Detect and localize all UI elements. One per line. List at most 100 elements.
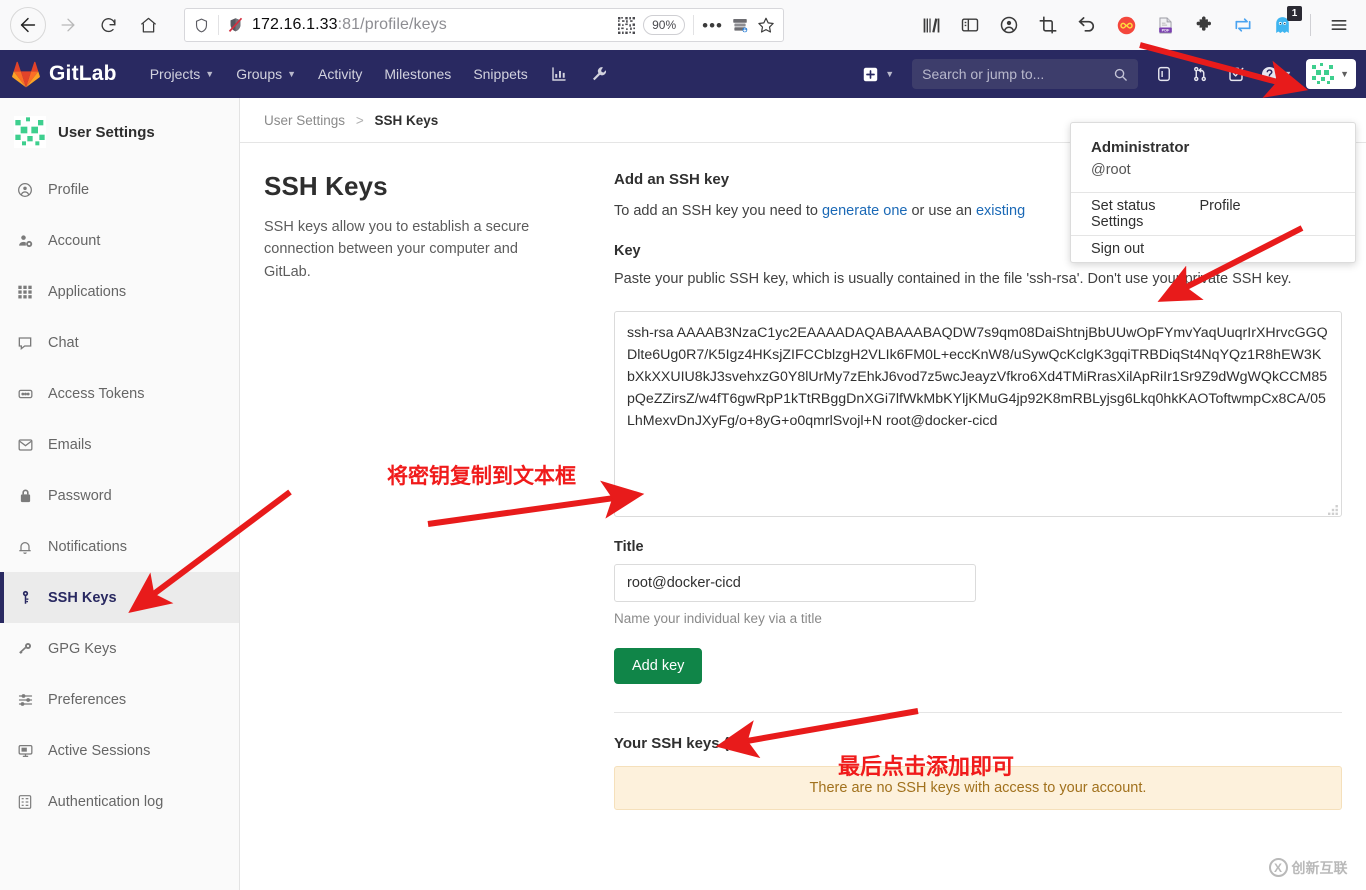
sidebar-item-label: Profile: [48, 181, 90, 198]
sidebar-item-notifications[interactable]: Notifications: [0, 521, 239, 572]
sidebar-item-active-sessions[interactable]: Active Sessions: [0, 725, 239, 776]
sidebar-item-label: Emails: [48, 436, 92, 453]
sidebar-item-account[interactable]: Account: [0, 215, 239, 266]
gitlab-brand-label: GitLab: [49, 62, 117, 85]
sidebar-context-header[interactable]: User Settings: [0, 106, 239, 164]
sidebar-item-label: Preferences: [48, 691, 127, 708]
sidebar-item-profile[interactable]: Profile: [0, 164, 239, 215]
zoom-level-indicator[interactable]: 90%: [643, 15, 686, 35]
chevron-down-icon: ▼: [885, 69, 895, 79]
sidebar-item-label: SSH Keys: [48, 589, 117, 606]
gitlab-navbar-right: ▼ Search or jump to... ▼ ▼: [854, 58, 1366, 90]
browser-toolbar-icons: PDF 1: [916, 6, 1356, 40]
puzzle-extension-icon[interactable]: [1189, 10, 1219, 40]
save-to-pocket-icon[interactable]: [731, 16, 749, 34]
infinity-icon[interactable]: [1111, 10, 1141, 40]
nav-projects[interactable]: Projects ▼: [139, 60, 226, 88]
title-field-label: Title: [614, 539, 644, 556]
title-help-text: Name your individual key via a title: [614, 611, 822, 627]
address-bar[interactable]: 172.16.1.33:81/profile/keys 90% •••: [184, 8, 784, 42]
key-icon: [16, 589, 34, 606]
pdf-icon[interactable]: PDF: [1150, 10, 1180, 40]
reload-button[interactable]: [90, 7, 126, 43]
breadcrumb-parent[interactable]: User Settings: [264, 113, 345, 128]
existing-key-link[interactable]: existing: [976, 203, 1025, 219]
ssh-key-title-input[interactable]: [614, 564, 976, 603]
ghostery-icon[interactable]: 1: [1267, 6, 1302, 40]
chat-bubble-icon: [16, 335, 34, 351]
user-avatar-identicon: [1311, 62, 1336, 86]
sidebar-icon[interactable]: [955, 10, 985, 40]
watermark: X 创新互联: [1250, 845, 1366, 890]
watermark-text: 创新互联: [1291, 859, 1348, 876]
add-key-desc-mid: or use an: [907, 203, 976, 219]
sidebar-item-chat[interactable]: Chat: [0, 317, 239, 368]
search-input[interactable]: Search or jump to...: [912, 59, 1139, 89]
forward-button[interactable]: [50, 7, 86, 43]
gitlab-nav-links: Projects ▼ Groups ▼ Activity Milestones …: [139, 59, 619, 89]
sidebar-item-label: Notifications: [48, 538, 127, 555]
sidebar-item-gpg-keys[interactable]: GPG Keys: [0, 623, 239, 674]
search-icon[interactable]: [1113, 67, 1128, 82]
gitlab-home-link[interactable]: GitLab: [12, 61, 117, 88]
user-menu-sign-out[interactable]: Sign out: [1071, 230, 1164, 268]
account-icon[interactable]: [994, 10, 1024, 40]
analytics-chart-icon[interactable]: [539, 59, 579, 89]
nav-groups[interactable]: Groups ▼: [225, 60, 307, 88]
new-item-dropdown[interactable]: ▼: [854, 60, 902, 89]
user-menu-dropdown: Administrator @root Set status Profile S…: [1070, 122, 1356, 263]
sidebar-item-label: Applications: [48, 283, 127, 300]
user-menu-name: Administrator: [1091, 139, 1190, 156]
tracking-protection-off-icon[interactable]: [227, 16, 244, 34]
key-textarea-wrapper: ssh-rsa AAAAB3NzaC1yc2EAAAADAQABAAABAQDW…: [614, 311, 1342, 518]
shield-icon[interactable]: [193, 17, 210, 34]
add-key-button[interactable]: Add key: [614, 648, 703, 685]
sidebar-item-label: Active Sessions: [48, 742, 151, 759]
merge-requests-icon[interactable]: [1184, 58, 1216, 90]
nav-activity[interactable]: Activity: [307, 60, 373, 88]
undo-icon[interactable]: [1072, 10, 1102, 40]
sidebar-item-preferences[interactable]: Preferences: [0, 674, 239, 725]
sidebar-item-emails[interactable]: Emails: [0, 419, 239, 470]
url-text[interactable]: 172.16.1.33:81/profile/keys: [252, 16, 610, 34]
page-actions-icon[interactable]: •••: [702, 17, 723, 34]
bell-icon: [16, 539, 34, 555]
sync-icon[interactable]: [1228, 10, 1258, 40]
chevron-down-icon: ▼: [1340, 69, 1349, 79]
library-icon[interactable]: [916, 10, 946, 40]
issues-icon[interactable]: [1148, 58, 1180, 90]
nav-projects-label: Projects: [149, 66, 201, 82]
sidebar-item-authentication-log[interactable]: Authentication log: [0, 776, 239, 827]
screenshot-icon[interactable]: [1033, 10, 1063, 40]
user-menu-group: Set status Profile Settings: [1071, 193, 1355, 235]
page-description: SSH keys allow you to establish a secure…: [264, 219, 530, 280]
page-title: SSH Keys: [264, 171, 388, 201]
ghostery-badge: 1: [1287, 6, 1302, 21]
toolbar-divider: [1310, 14, 1311, 36]
sidebar-context-title: User Settings: [58, 123, 155, 141]
back-button[interactable]: [10, 7, 46, 43]
home-button[interactable]: [130, 7, 166, 43]
section-divider: [614, 712, 1342, 714]
todos-icon[interactable]: [1220, 58, 1252, 90]
nav-milestones[interactable]: Milestones: [373, 60, 462, 88]
sidebar-item-applications[interactable]: Applications: [0, 266, 239, 317]
help-icon[interactable]: ▼: [1256, 58, 1296, 90]
hamburger-menu-icon[interactable]: [1324, 10, 1354, 40]
qr-code-icon[interactable]: [618, 16, 636, 34]
account-gear-icon: [16, 233, 34, 249]
user-menu-profile[interactable]: Profile: [1180, 187, 1261, 225]
monitor-icon: [16, 743, 34, 759]
nav-snippets[interactable]: Snippets: [462, 60, 538, 88]
generate-one-link[interactable]: generate one: [822, 203, 907, 219]
add-key-desc-pre: To add an SSH key you need to: [614, 203, 822, 219]
sidebar-item-ssh-keys[interactable]: SSH Keys: [0, 572, 239, 623]
sidebar-item-access-tokens[interactable]: Access Tokens: [0, 368, 239, 419]
wrench-admin-icon[interactable]: [579, 59, 619, 89]
svg-text:PDF: PDF: [1161, 27, 1169, 32]
gitlab-top-navbar: GitLab Projects ▼ Groups ▼ Activity Mile…: [0, 50, 1366, 98]
user-avatar-dropdown-button[interactable]: ▼: [1306, 59, 1356, 89]
sidebar-item-password[interactable]: Password: [0, 470, 239, 521]
ssh-key-textarea[interactable]: ssh-rsa AAAAB3NzaC1yc2EAAAADAQABAAABAQDW…: [614, 311, 1342, 518]
star-icon[interactable]: [757, 16, 775, 34]
